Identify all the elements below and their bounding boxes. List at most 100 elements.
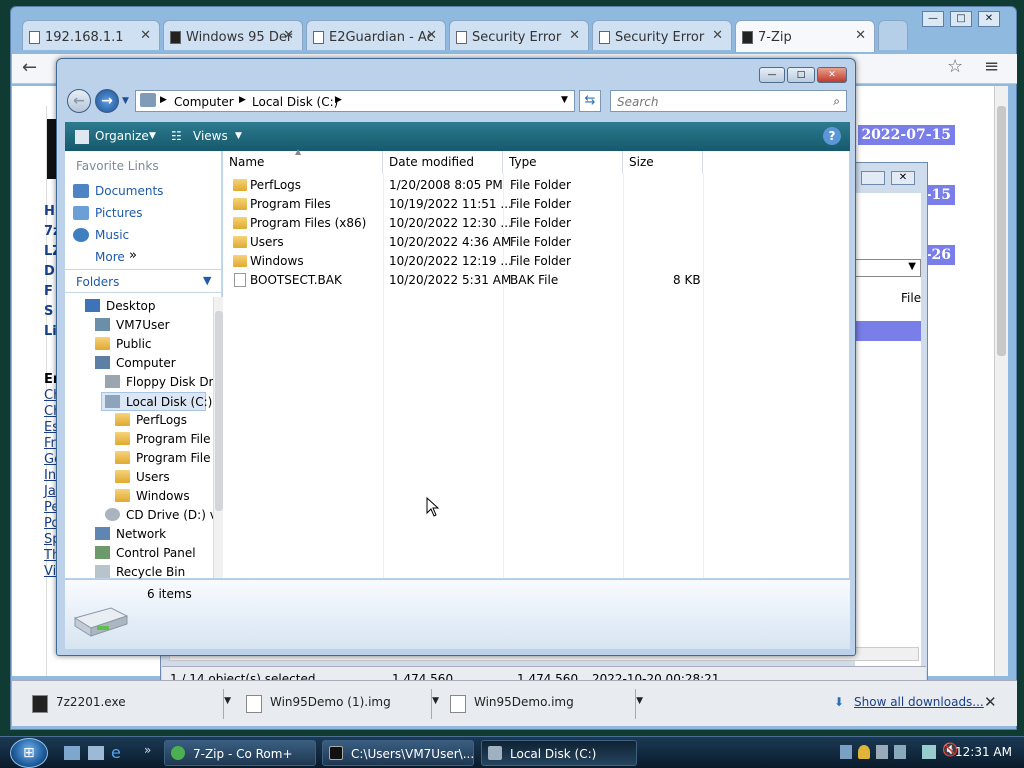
taskbar-item-7zip[interactable]: C:\Users\VM7User\... (322, 740, 474, 766)
tree-item-network[interactable]: Network (116, 527, 166, 541)
tree-item-program-files-x86[interactable]: Program File (136, 451, 211, 465)
star-icon[interactable]: ☆ (947, 56, 963, 77)
tab-close-icon[interactable]: ✕ (140, 28, 151, 43)
show-desktop-icon[interactable] (64, 746, 80, 760)
column-header-name[interactable]: Name ▲ (223, 147, 383, 173)
close-icon[interactable]: ✕ (891, 171, 915, 185)
favorite-music[interactable]: Music (95, 228, 129, 242)
nav-link[interactable]: F (44, 284, 53, 299)
chevron-down-icon[interactable]: ▼ (636, 696, 643, 706)
column-header-type[interactable]: Type (503, 151, 623, 173)
back-button[interactable]: ← (67, 89, 91, 113)
tree-item-perflogs[interactable]: PerfLogs (136, 413, 187, 427)
browser-tab[interactable]: E2Guardian - Ac ✕ (306, 20, 446, 50)
breadcrumb-local-disk[interactable]: Local Disk (C:) (252, 95, 338, 109)
column-header-size[interactable]: Size (623, 151, 703, 173)
tree-item-local-disk[interactable]: Local Disk (C:) (126, 395, 212, 409)
tree-item-computer[interactable]: Computer (116, 356, 176, 370)
views-button[interactable]: Views (193, 129, 228, 143)
nav-link[interactable]: H (44, 204, 55, 219)
nav-link[interactable]: S (44, 304, 53, 319)
chevron-down-icon[interactable]: ▼ (224, 696, 231, 706)
scrollbar-thumb[interactable] (997, 106, 1006, 356)
search-icon[interactable]: ⌕ (833, 94, 840, 109)
file-row[interactable]: Program Files (x86) 10/20/2022 12:30 ... F… (223, 214, 849, 233)
download-item[interactable]: 7z2201.exe ▼ (18, 689, 231, 719)
organize-button[interactable]: Organize (95, 129, 149, 143)
tab-close-icon[interactable]: ✕ (283, 28, 294, 43)
column-header-date[interactable]: Date modified (383, 151, 503, 173)
search-input[interactable]: Search ⌕ (610, 90, 847, 112)
tray-icon[interactable] (894, 745, 906, 759)
column-header-file[interactable]: File (901, 291, 921, 305)
taskbar-item-7zip-chrome[interactable]: 7-Zip - Co Rom+ (164, 740, 316, 766)
favorite-more[interactable]: More (95, 250, 125, 264)
tree-item-recycle-bin[interactable]: Recycle Bin (116, 565, 185, 579)
favorite-documents[interactable]: Documents (95, 184, 163, 198)
tree-item-program-files[interactable]: Program File (136, 432, 211, 446)
forward-button[interactable]: → (95, 89, 119, 113)
tab-close-icon[interactable]: ✕ (712, 28, 723, 43)
taskbar-clock[interactable]: 12:31 AM (955, 745, 1012, 759)
chevron-down-icon[interactable]: ▼ (561, 95, 568, 105)
browser-tab[interactable]: Security Error ✕ (592, 20, 732, 50)
minimize-icon[interactable]: — (922, 11, 944, 27)
maximize-button[interactable]: □ (787, 67, 815, 83)
chevron-down-icon[interactable]: ▼ (235, 131, 242, 141)
taskbar-item-explorer[interactable]: Local Disk (C:) (481, 740, 637, 766)
tree-item-public[interactable]: Public (116, 337, 152, 351)
close-icon[interactable]: ✕ (978, 11, 1000, 27)
file-row[interactable]: Windows 10/20/2022 12:19 ... File Folder (223, 252, 849, 271)
scrollbar-thumb[interactable] (215, 311, 223, 511)
path-dropdown[interactable]: ▼ (855, 259, 921, 277)
tree-item-windows[interactable]: Windows (136, 489, 190, 503)
tree-scrollbar[interactable] (213, 297, 223, 578)
refresh-button[interactable]: ⇆ (579, 90, 601, 112)
tree-item-control-panel[interactable]: Control Panel (116, 546, 196, 560)
show-all-downloads-link[interactable]: Show all downloads... (854, 695, 984, 709)
file-row[interactable]: PerfLogs 1/20/2008 8:05 PM File Folder (223, 176, 849, 195)
close-button[interactable]: ✕ (817, 67, 847, 83)
switch-windows-icon[interactable] (88, 746, 104, 760)
folders-header[interactable]: Folders ▼ (65, 269, 222, 293)
address-bar[interactable]: ▶ Computer ▶ Local Disk (C:) ▶ ▼ (135, 90, 575, 112)
minimize-button[interactable]: — (759, 67, 785, 83)
selected-row[interactable] (855, 321, 921, 341)
chevron-right-icon[interactable]: ▶ (335, 95, 342, 105)
tree-item-user[interactable]: VM7User (116, 318, 170, 332)
maximize-icon[interactable]: □ (950, 11, 972, 27)
chevron-down-icon[interactable]: ▼ (203, 274, 211, 287)
help-icon[interactable]: ? (823, 127, 841, 145)
menu-icon[interactable]: ≡ (984, 56, 999, 77)
nav-link[interactable]: Li (44, 324, 57, 339)
file-row[interactable]: BOOTSECT.BAK 10/20/2022 5:31 AM BAK File 8 … (223, 271, 849, 290)
download-item[interactable]: Win95Demo.img ▼ (436, 689, 643, 719)
chevron-right-icon[interactable]: ▶ (239, 95, 246, 105)
file-row[interactable]: Users 10/20/2022 4:36 AM File Folder (223, 233, 849, 252)
shield-icon[interactable] (858, 745, 870, 759)
chevron-down-icon[interactable]: ▼ (149, 131, 156, 141)
browser-tab-active[interactable]: 7-Zip ✕ (735, 20, 875, 52)
download-item[interactable]: Win95Demo (1).img ▼ (232, 689, 439, 719)
back-arrow-icon[interactable]: ← (22, 57, 37, 78)
file-list[interactable]: Name ▲ Date modified Type Size PerfLogs 1/… (223, 147, 849, 578)
browser-tab[interactable]: Security Error ✕ (449, 20, 589, 50)
breadcrumb-computer[interactable]: Computer (174, 95, 234, 109)
nav-link[interactable]: D (44, 264, 55, 279)
more-icon[interactable]: » (144, 743, 151, 757)
network-icon[interactable] (922, 745, 936, 759)
tree-item-users[interactable]: Users (136, 470, 170, 484)
tab-close-icon[interactable]: ✕ (855, 28, 866, 43)
close-icon[interactable]: ✕ (984, 693, 997, 711)
chevron-right-icon[interactable]: ▶ (160, 95, 167, 105)
tree-item-desktop[interactable]: Desktop (106, 299, 156, 313)
tab-close-icon[interactable]: ✕ (569, 28, 580, 43)
recent-pages-icon[interactable]: ▼ (122, 96, 129, 106)
browser-tab[interactable]: Windows 95 Der ✕ (163, 20, 303, 50)
maximize-icon[interactable] (861, 171, 885, 185)
file-row[interactable]: Program Files 10/19/2022 11:51 ... File Fo… (223, 195, 849, 214)
tray-icon[interactable] (840, 745, 852, 759)
browser-tab[interactable]: 192.168.1.1 ✕ (22, 20, 160, 50)
page-scrollbar[interactable] (994, 86, 1008, 676)
tab-close-icon[interactable]: ✕ (426, 28, 437, 43)
